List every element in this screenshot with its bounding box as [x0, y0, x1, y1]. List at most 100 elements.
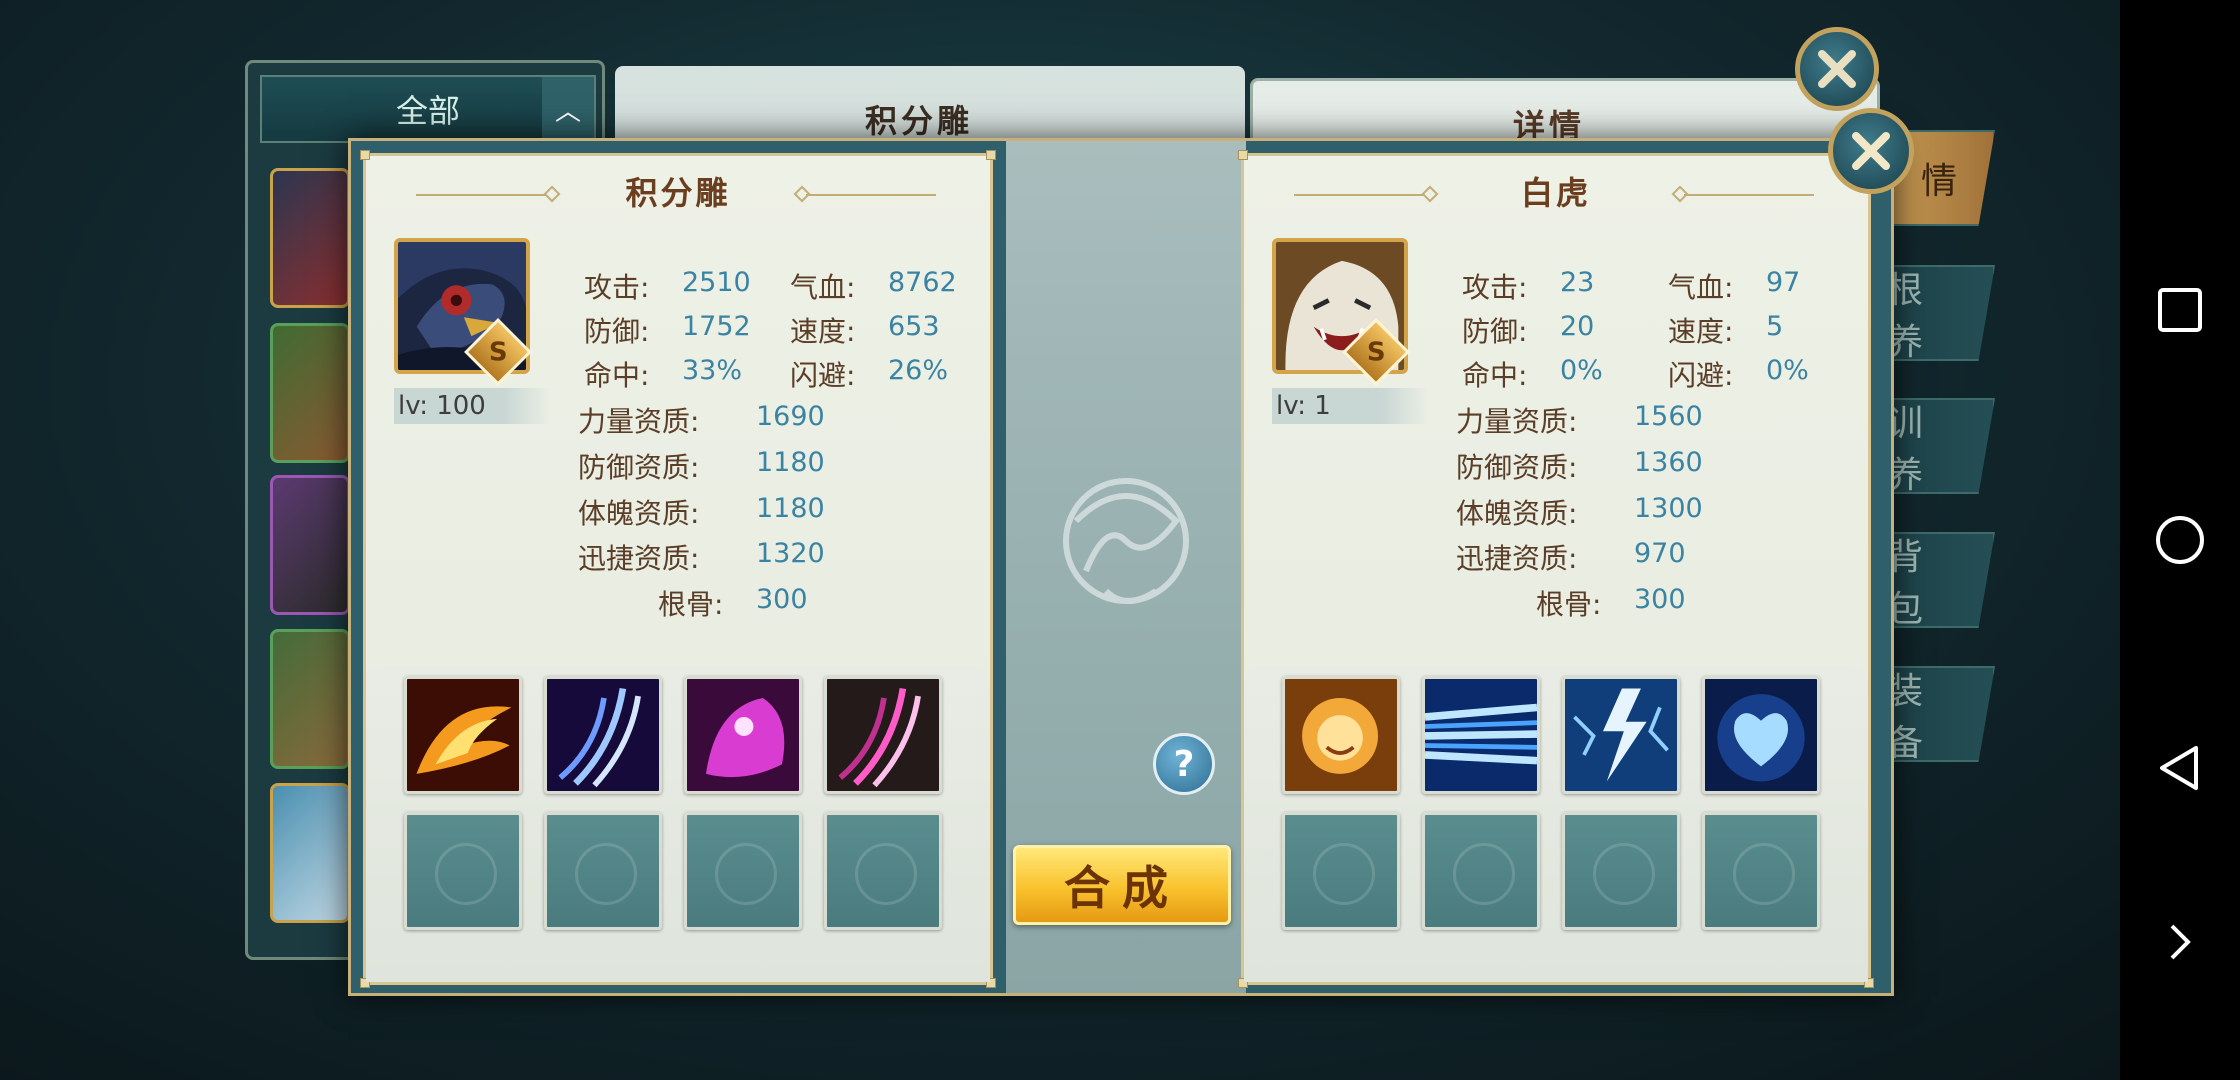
- blue-claw-skill-icon: [547, 679, 659, 791]
- home-button[interactable]: [2120, 480, 2240, 600]
- empty-skill-slot[interactable]: [404, 812, 522, 930]
- empty-skill-slot[interactable]: [824, 812, 942, 930]
- tab-root-training[interactable]: 根 养: [1885, 265, 1995, 361]
- pet-list-item[interactable]: [270, 629, 350, 769]
- physique-aptitude-value: 1300: [1634, 493, 1703, 524]
- strength-aptitude-value: 1690: [756, 401, 825, 432]
- left-pet-name: 积分雕: [625, 174, 731, 212]
- blue-slash-skill-icon: [1425, 679, 1537, 791]
- dodge-value: 26%: [888, 355, 949, 386]
- speed-label: 速度:: [790, 315, 856, 348]
- hit-label: 命中:: [584, 359, 650, 392]
- chevron-up-icon[interactable]: ︿: [542, 77, 594, 141]
- tab-training[interactable]: 训 养: [1885, 398, 1995, 494]
- hp-label: 气血:: [1668, 271, 1734, 304]
- back-button[interactable]: [2120, 708, 2240, 828]
- dodge-label: 闪避:: [1668, 359, 1734, 392]
- strength-aptitude-value: 1560: [1634, 401, 1703, 432]
- tab-equipment[interactable]: 装 备: [1885, 666, 1995, 762]
- skill-slot[interactable]: [824, 676, 942, 794]
- attack-label: 攻击:: [584, 271, 650, 304]
- left-pet-panel: 积分雕 S lv: 100 攻击: 2510 气血: 8762 防御: 1752…: [360, 150, 996, 988]
- pet-list-item[interactable]: [270, 475, 350, 615]
- empty-skill-slot[interactable]: [1422, 812, 1540, 930]
- physique-aptitude-value: 1180: [756, 493, 825, 524]
- speed-label: 速度:: [1668, 315, 1734, 348]
- close-icon: [1852, 132, 1890, 170]
- merge-button[interactable]: 合成: [1013, 845, 1231, 925]
- skill-slot[interactable]: [1562, 676, 1680, 794]
- hit-label: 命中:: [1462, 359, 1528, 392]
- speed-value: 653: [888, 311, 940, 342]
- pet-list-item[interactable]: [270, 323, 350, 463]
- skill-slot[interactable]: [404, 676, 522, 794]
- left-skill-grid: [366, 666, 990, 982]
- golden-lion-skill-icon: [1285, 679, 1397, 791]
- dodge-value: 0%: [1766, 355, 1809, 386]
- filter-dropdown[interactable]: 全部 ︿: [260, 75, 596, 143]
- defense-value: 1752: [682, 311, 751, 342]
- root-bone-value: 300: [1634, 584, 1686, 615]
- chevron-right-icon: [2170, 924, 2191, 960]
- hp-value: 97: [1766, 267, 1801, 298]
- filter-label: 全部: [395, 92, 460, 130]
- dodge-label: 闪避:: [790, 359, 856, 392]
- tab-bag[interactable]: 背 包: [1885, 532, 1995, 628]
- hit-value: 33%: [682, 355, 743, 386]
- lightning-skill-icon: [1565, 679, 1677, 791]
- attack-value: 23: [1560, 267, 1595, 298]
- root-bone-value: 300: [756, 584, 808, 615]
- merge-button-label: 合成: [1064, 861, 1180, 915]
- empty-skill-slot[interactable]: [1282, 812, 1400, 930]
- defense-aptitude-value: 1360: [1634, 447, 1703, 478]
- defense-aptitude-value: 1180: [756, 447, 825, 478]
- hp-value: 8762: [888, 267, 957, 298]
- dragon-emblem-icon: [1063, 478, 1189, 604]
- empty-skill-slot[interactable]: [684, 812, 802, 930]
- help-button[interactable]: ?: [1153, 733, 1215, 795]
- physique-aptitude-label: 体魄资质:: [578, 497, 700, 530]
- attack-label: 攻击:: [1462, 271, 1528, 304]
- skill-slot[interactable]: [1702, 676, 1820, 794]
- defense-aptitude-label: 防御资质:: [578, 451, 700, 484]
- strength-aptitude-label: 力量资质:: [1456, 405, 1578, 438]
- agility-aptitude-value: 970: [1634, 538, 1686, 569]
- right-pet-name: 白虎: [1520, 174, 1591, 212]
- root-bone-label: 根骨:: [658, 588, 724, 621]
- agility-aptitude-value: 1320: [756, 538, 825, 569]
- empty-skill-slot[interactable]: [544, 812, 662, 930]
- agility-aptitude-label: 迅捷资质:: [1456, 542, 1578, 575]
- defense-value: 20: [1560, 311, 1595, 342]
- right-skill-grid: [1244, 666, 1868, 982]
- close-button[interactable]: [1828, 108, 1914, 194]
- pink-claw-skill-icon: [827, 679, 939, 791]
- attack-value: 2510: [682, 267, 751, 298]
- pink-beast-skill-icon: [687, 679, 799, 791]
- expand-button[interactable]: [2120, 882, 2240, 1002]
- right-pet-panel: 白虎 S lv: 1 攻击: 23 气血: 97 防御: 20 速度: 5 命中…: [1238, 150, 1874, 988]
- background-close-button[interactable]: [1795, 27, 1879, 111]
- right-pet-level: lv: 1: [1272, 388, 1428, 424]
- skill-slot[interactable]: [1282, 676, 1400, 794]
- circle-icon: [2156, 516, 2204, 564]
- physique-aptitude-label: 体魄资质:: [1456, 497, 1578, 530]
- speed-value: 5: [1766, 311, 1784, 342]
- pet-list-item[interactable]: [270, 783, 350, 923]
- defense-label: 防御:: [584, 315, 650, 348]
- pet-list-item[interactable]: [270, 168, 350, 308]
- question-mark-icon: ?: [1173, 743, 1195, 785]
- square-icon: [2158, 288, 2202, 332]
- recent-apps-button[interactable]: [2120, 250, 2240, 370]
- phoenix-skill-icon: [407, 679, 519, 791]
- skill-slot[interactable]: [684, 676, 802, 794]
- blue-heart-skill-icon: [1705, 679, 1817, 791]
- hp-label: 气血:: [790, 271, 856, 304]
- empty-skill-slot[interactable]: [1562, 812, 1680, 930]
- close-icon: [1818, 50, 1856, 88]
- empty-skill-slot[interactable]: [1702, 812, 1820, 930]
- triangle-back-icon: [2160, 746, 2198, 790]
- left-pet-level: lv: 100: [394, 388, 550, 424]
- strength-aptitude-label: 力量资质:: [578, 405, 700, 438]
- skill-slot[interactable]: [544, 676, 662, 794]
- skill-slot[interactable]: [1422, 676, 1540, 794]
